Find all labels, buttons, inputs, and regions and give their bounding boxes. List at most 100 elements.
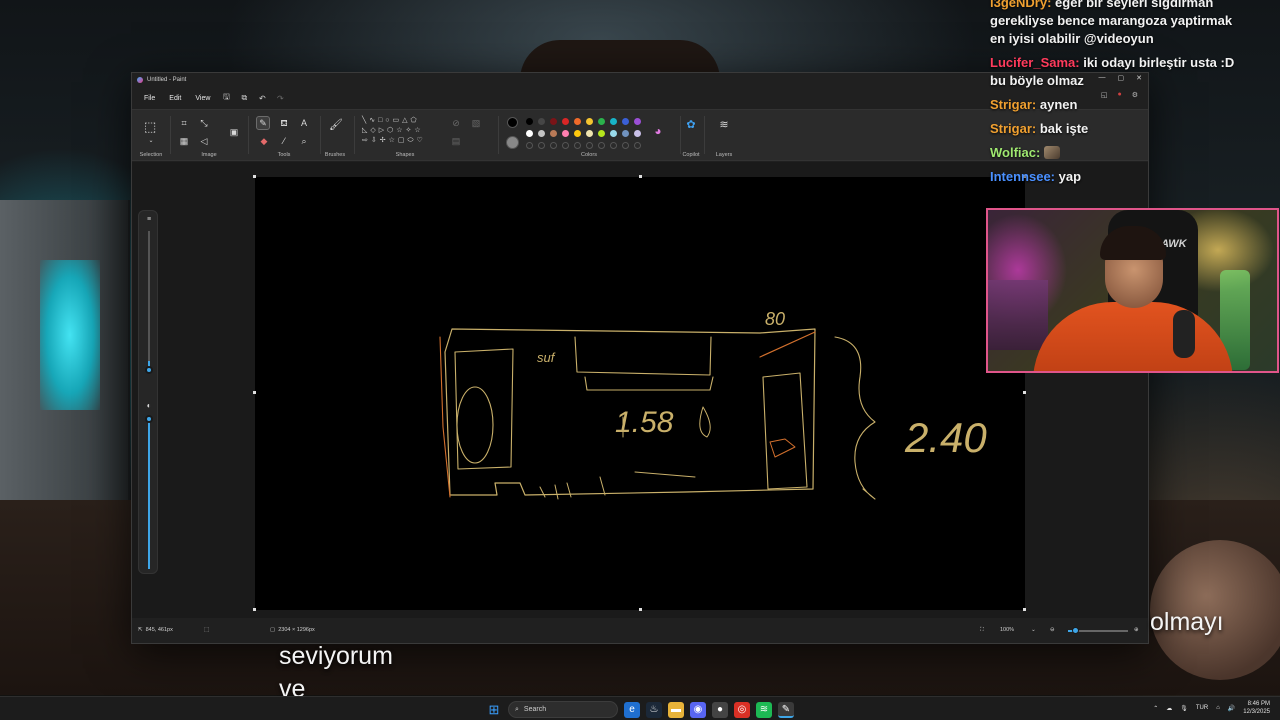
chat-username[interactable]: Lucifer_Sama: [990, 55, 1080, 70]
size-slider-track[interactable] [148, 231, 150, 371]
layers-icon[interactable]: ≋ [718, 120, 730, 131]
volume-icon[interactable]: 🔊 [1228, 705, 1235, 712]
chat-username[interactable]: Strigar: [990, 97, 1036, 112]
drawing-canvas[interactable]: 1.58 2.40 80 suf [255, 177, 1025, 610]
chat-username[interactable]: l3geNDry: [990, 0, 1051, 10]
custom-color-slot[interactable] [538, 142, 545, 149]
zoom-value[interactable]: 100% [1000, 627, 1014, 633]
zoom-slider-thumb[interactable] [1072, 627, 1079, 634]
color-swatch[interactable] [574, 118, 581, 125]
resize-handle[interactable] [639, 608, 642, 611]
opacity-slider-fill[interactable] [148, 419, 150, 569]
tray-chevron-icon[interactable]: ⌃ [1153, 705, 1158, 712]
custom-color-slot[interactable] [610, 142, 617, 149]
discord-icon[interactable]: ◉ [690, 701, 706, 718]
image-icon[interactable]: ▣ [228, 127, 240, 137]
custom-color-slot[interactable] [574, 142, 581, 149]
custom-color-slot[interactable] [562, 142, 569, 149]
resize-icon[interactable]: ⤡ [198, 118, 210, 128]
language-indicator[interactable]: TUR [1196, 705, 1208, 711]
save-icon[interactable]: 🖫 [218, 91, 234, 105]
chat-username[interactable]: Intennsee: [990, 169, 1055, 184]
text-icon[interactable]: A [298, 118, 310, 128]
color-swatch[interactable] [538, 130, 545, 137]
resize-handle[interactable] [253, 608, 256, 611]
shapes-gallery[interactable]: ╲∿□○▭△⬠ ◺◇▷⬡☆✧☆ ⇨⇩✢☆▢⬭♡ [362, 116, 452, 146]
edge-icon[interactable]: e [624, 701, 640, 718]
resize-handle[interactable] [253, 391, 256, 394]
color-swatch[interactable] [634, 130, 641, 137]
color-picker-icon[interactable]: ⁄ [278, 136, 290, 146]
size-icon[interactable]: ▤ [450, 136, 462, 146]
chevron-down-icon[interactable]: ⌄ [145, 136, 157, 146]
menu-edit[interactable]: Edit [163, 92, 187, 105]
pencil-icon[interactable]: ✎ [256, 116, 270, 130]
opacity-slider-thumb[interactable] [145, 415, 153, 423]
menu-view[interactable]: View [189, 92, 216, 105]
network-icon[interactable]: ⌂ [1216, 705, 1220, 711]
color-swatch[interactable] [622, 130, 629, 137]
size-slider-thumb[interactable] [145, 366, 153, 374]
obs-icon[interactable]: ● [712, 701, 728, 718]
chevron-down-icon[interactable]: ⌄ [1031, 627, 1036, 633]
color-swatch[interactable] [634, 118, 641, 125]
resize-handle[interactable] [639, 175, 642, 178]
custom-color-slot[interactable] [634, 142, 641, 149]
custom-color-slot[interactable] [598, 142, 605, 149]
color-swatch[interactable] [526, 118, 533, 125]
redo-icon[interactable]: ↷ [272, 94, 288, 103]
color-swatch[interactable] [562, 118, 569, 125]
chat-username[interactable]: Wolfiac: [990, 145, 1040, 160]
resize-handle[interactable] [253, 175, 256, 178]
color-swatch[interactable] [610, 118, 617, 125]
eraser-icon[interactable]: ◆ [258, 136, 270, 146]
color-swatch[interactable] [538, 118, 545, 125]
resize-handle[interactable] [1023, 608, 1026, 611]
menu-file[interactable]: File [138, 92, 161, 105]
magnifier-icon[interactable]: ⌕ [298, 136, 310, 146]
color-swatch[interactable] [598, 118, 605, 125]
secondary-color[interactable] [506, 136, 519, 149]
crop-icon[interactable]: ⌗ [178, 118, 190, 128]
fill-icon[interactable]: ⛾ [278, 118, 290, 128]
start-icon[interactable]: ⊞ [486, 702, 502, 718]
outline-icon[interactable]: ⊘ [450, 118, 462, 128]
color-swatch[interactable] [550, 130, 557, 137]
color-swatch[interactable] [526, 130, 533, 137]
custom-color-slot[interactable] [550, 142, 557, 149]
color-swatch[interactable] [598, 130, 605, 137]
fill-shape-icon[interactable]: ▧ [470, 118, 482, 128]
share-icon[interactable]: ⧉ [236, 93, 252, 103]
zoom-out-icon[interactable]: ⊖ [1050, 627, 1055, 633]
mic-icon[interactable]: 🎙 [1180, 705, 1188, 712]
rectangle-select-icon[interactable]: ⬚ [144, 120, 156, 133]
primary-color[interactable] [507, 117, 518, 128]
image-select-icon[interactable]: ▦ [178, 136, 190, 146]
undo-icon[interactable]: ↶ [254, 94, 270, 103]
chrome-icon[interactable]: ◎ [734, 701, 750, 718]
color-swatch[interactable] [550, 118, 557, 125]
rotate-icon[interactable]: ◁ [198, 136, 210, 146]
resize-handle[interactable] [1023, 391, 1026, 394]
color-swatch[interactable] [574, 130, 581, 137]
color-swatch[interactable] [586, 130, 593, 137]
edit-colors-icon[interactable]: ◕ [652, 125, 664, 137]
custom-color-slot[interactable] [622, 142, 629, 149]
zoom-select[interactable]: 100% ⌄ [1000, 627, 1036, 633]
brush-icon[interactable]: 🖌 [329, 120, 343, 131]
copilot-icon[interactable]: ✿ [685, 120, 697, 131]
custom-color-slot[interactable] [526, 142, 533, 149]
zoom-in-icon[interactable]: ⊕ [1134, 627, 1139, 633]
fit-window-icon[interactable]: ⛶ [980, 627, 984, 634]
steam-icon[interactable]: ♨ [646, 701, 662, 718]
custom-color-slot[interactable] [586, 142, 593, 149]
taskbar-search[interactable]: ⌕ Search [508, 701, 618, 718]
chat-username[interactable]: Strigar: [990, 121, 1036, 136]
spotify-icon[interactable]: ≋ [756, 701, 772, 718]
color-swatch[interactable] [562, 130, 569, 137]
color-swatch[interactable] [622, 118, 629, 125]
paint-taskbar-icon[interactable]: ✎ [778, 701, 794, 718]
taskbar-clock[interactable]: 8:46 PM 12/3/2025 [1243, 700, 1270, 716]
color-swatch[interactable] [610, 130, 617, 137]
cloud-icon[interactable]: ☁ [1166, 705, 1172, 712]
